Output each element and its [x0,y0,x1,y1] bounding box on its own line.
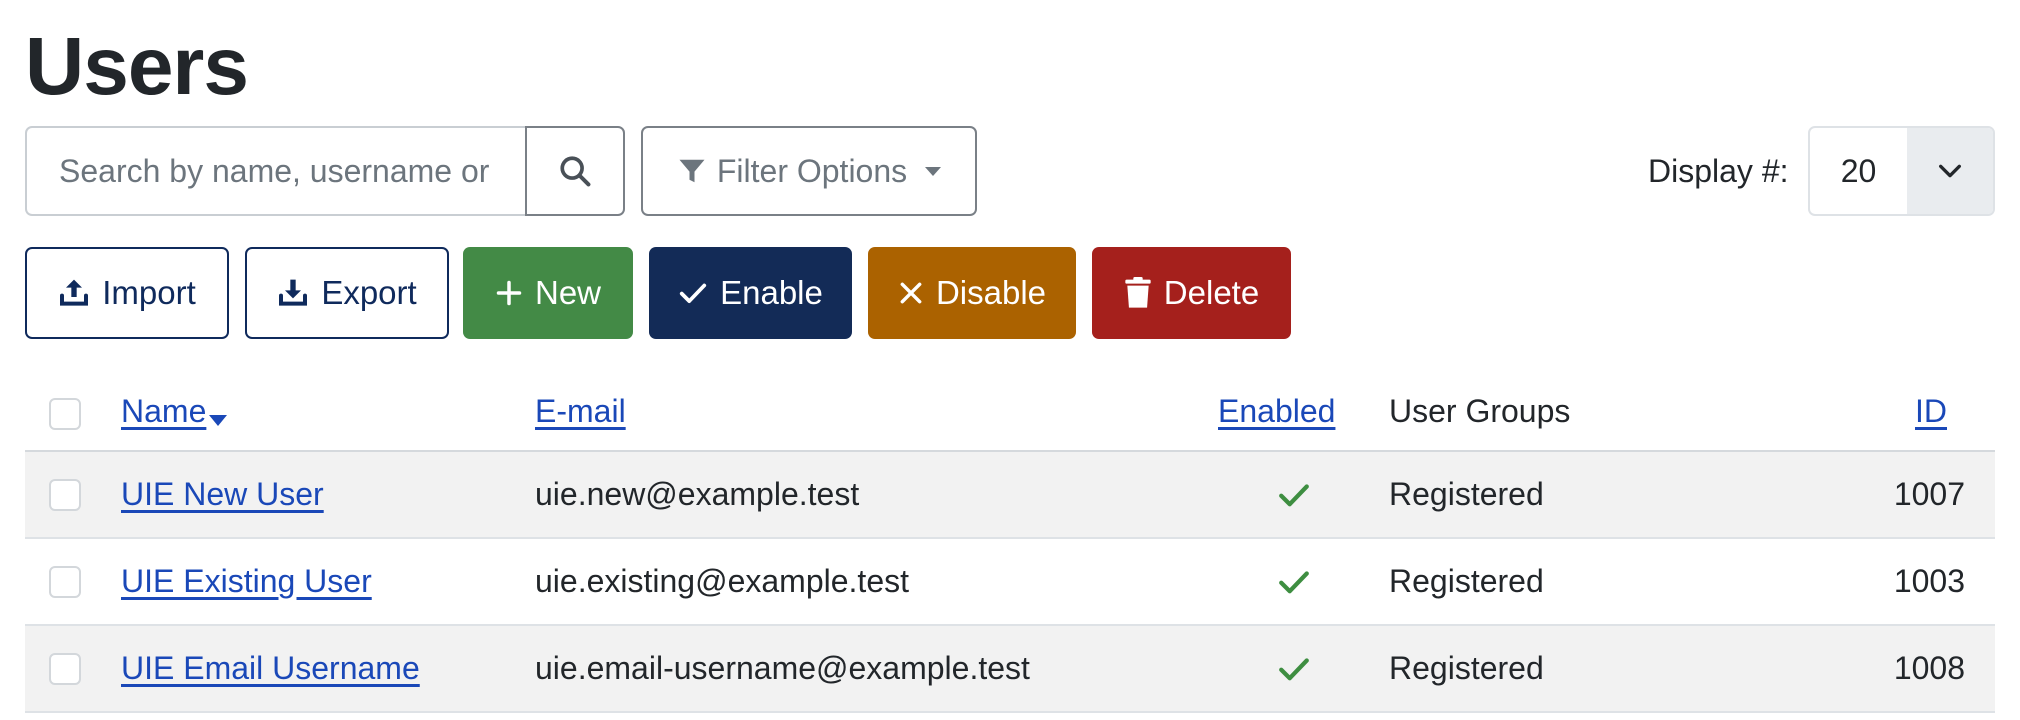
sort-desc-icon [209,415,228,426]
disable-button[interactable]: Disable [868,247,1076,339]
select-all-checkbox[interactable] [49,398,81,430]
import-button[interactable]: Import [25,247,229,339]
user-name-link[interactable]: UIE New User [121,476,324,513]
check-icon[interactable] [1277,478,1311,512]
header-enabled[interactable]: Enabled [1218,374,1335,450]
user-email: uie.existing@example.test [535,563,909,599]
filter-options-label: Filter Options [716,152,908,189]
row-checkbox-cell [49,452,81,537]
header-email[interactable]: E-mail [535,374,626,450]
delete-button[interactable]: Delete [1092,247,1291,339]
plus-icon [496,280,522,306]
sort-by-enabled-link[interactable]: Enabled [1218,393,1335,430]
user-name-cell: UIE New User [121,452,324,537]
disable-label: Disable [935,274,1047,311]
export-button[interactable]: Export [245,247,449,339]
user-id: 1003 [1893,563,1965,599]
user-enabled-cell [1277,626,1311,711]
row-checkbox[interactable] [49,565,81,598]
enable-button[interactable]: Enable [649,247,852,339]
user-groups: Registered [1389,563,1544,599]
check-icon [679,283,707,303]
user-id: 1008 [1893,650,1965,686]
filter-options-button[interactable]: Filter Options [641,126,977,216]
table-row: UIE New User uie.new@example.test Regist… [25,452,1995,539]
filter-icon [679,159,705,183]
check-icon[interactable] [1277,652,1311,686]
user-name-cell: UIE Email Username [121,626,420,711]
upload-icon [60,279,89,306]
sort-by-name-link[interactable]: Name [121,393,206,430]
x-icon [900,282,922,304]
table-header: Name E-mail Enabled User Groups ID [25,374,1995,452]
user-email: uie.new@example.test [535,476,860,512]
user-name-cell: UIE Existing User [121,539,372,624]
header-id[interactable]: ID [1915,374,1947,450]
user-groups: Registered [1389,476,1544,512]
user-name-link[interactable]: UIE Email Username [121,650,420,687]
delete-label: Delete [1163,274,1260,311]
display-count-label: Display #: [1648,153,1789,189]
row-checkbox[interactable] [49,652,81,685]
user-groups-header-label: User Groups [1389,393,1571,429]
search-icon [560,156,591,187]
enable-label: Enable [720,274,823,311]
search-input[interactable] [25,126,525,216]
sort-by-id-link[interactable]: ID [1915,393,1947,430]
header-checkbox-cell [49,374,81,450]
user-email: uie.email-username@example.test [535,650,1030,686]
display-count-select[interactable]: 20 [1808,126,1995,216]
page-title: Users [25,21,249,112]
trash-icon [1125,277,1151,308]
download-icon [279,279,308,306]
new-label: New [534,274,602,311]
row-checkbox-cell [49,539,81,624]
display-count-value: 20 [1840,152,1877,189]
users-table: Name E-mail Enabled User Groups ID UIE N… [25,374,1995,713]
new-button[interactable]: New [463,247,633,339]
header-name[interactable]: Name [121,374,228,450]
sort-by-email-link[interactable]: E-mail [535,393,626,430]
caret-down-icon [925,166,942,176]
user-enabled-cell [1277,539,1311,624]
row-checkbox[interactable] [49,478,81,511]
table-row: UIE Email Username uie.email-username@ex… [25,626,1995,713]
row-checkbox-cell [49,626,81,711]
users-page: Users Filter Options Display #: 20 [25,0,1995,720]
import-label: Import [102,274,196,311]
user-id: 1007 [1893,476,1965,512]
user-enabled-cell [1277,452,1311,537]
check-icon[interactable] [1277,565,1311,599]
export-label: Export [321,274,417,311]
header-user-groups: User Groups [1389,374,1570,450]
table-row: UIE Existing User uie.existing@example.t… [25,539,1995,626]
chevron-down-icon [1907,128,1993,214]
user-name-link[interactable]: UIE Existing User [121,563,372,600]
user-groups: Registered [1389,650,1544,686]
search-button[interactable] [525,126,625,216]
search-group [25,126,625,216]
